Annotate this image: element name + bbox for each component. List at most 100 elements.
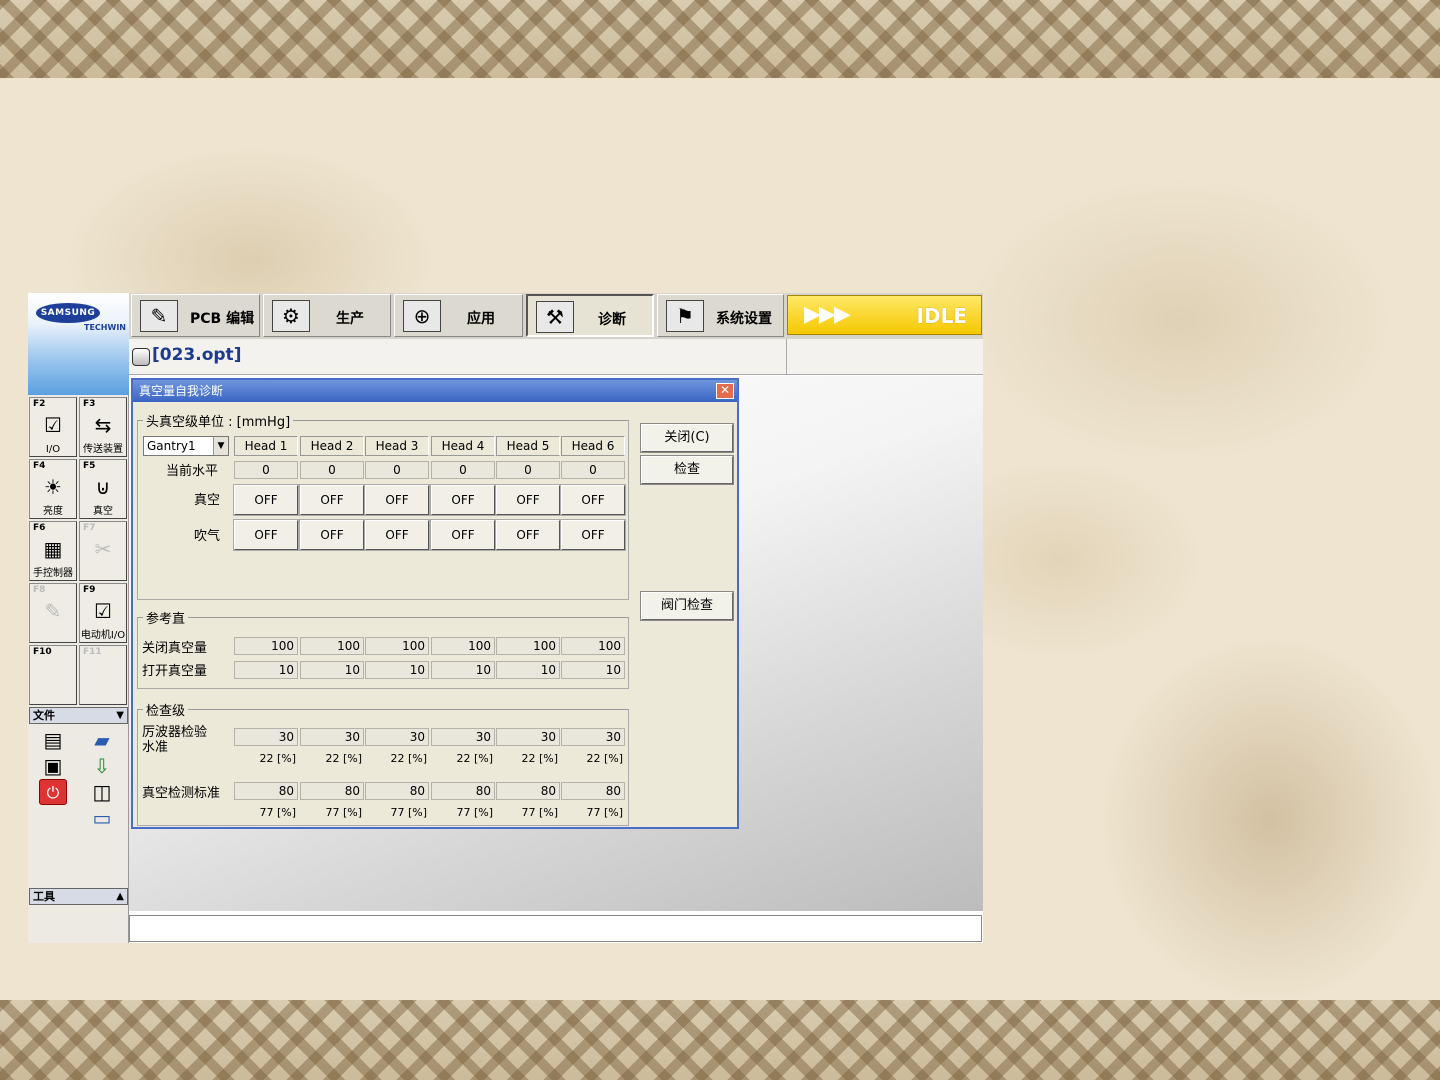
filter-value: 30 xyxy=(300,728,364,746)
filter-percent: 22 [%] xyxy=(259,752,296,765)
pcb-edit-icon: ✎ xyxy=(140,300,178,332)
blow-toggle-button[interactable]: OFF xyxy=(233,519,299,551)
filter-value: 30 xyxy=(234,728,298,746)
tools-panel-header[interactable]: 工具 ▲ xyxy=(29,888,128,905)
close-vacuum-value: 100 xyxy=(300,637,364,655)
open-vacuum-value: 10 xyxy=(365,661,429,679)
fkey-f10-button[interactable]: F10 xyxy=(29,645,77,705)
blow-toggle-button[interactable]: OFF xyxy=(560,519,626,551)
diagnostics-icon: ⚒ xyxy=(536,301,574,333)
fkey-f9-motor-io-button[interactable]: F9 ☑ 电动机I/O xyxy=(79,583,127,643)
vacuum-toggle-button[interactable]: OFF xyxy=(560,484,626,516)
head-column-header: Head 5 xyxy=(496,436,560,456)
vacuum-toggle-button[interactable]: OFF xyxy=(495,484,561,516)
current-level-label: 当前水平 xyxy=(166,464,219,479)
menu-diagnostics[interactable]: ⚒ 诊断 xyxy=(526,294,654,337)
decorative-border-top xyxy=(0,0,1440,78)
network-computer-icon[interactable]: ▭ xyxy=(88,805,116,831)
filter-check-level-label: 厉波器检验 水准 xyxy=(142,725,207,755)
vacuum-toggle-button[interactable]: OFF xyxy=(233,484,299,516)
logo-area: SAMSUNG TECHWIN xyxy=(28,293,129,395)
close-button[interactable]: 关闭(C) xyxy=(640,423,734,453)
save-disk-icon[interactable]: ▣ xyxy=(39,753,67,779)
close-icon[interactable]: ✕ xyxy=(716,383,734,399)
database-icon[interactable]: ◫ xyxy=(88,779,116,805)
filter-label-line-1: 厉波器检验 xyxy=(142,725,208,740)
nozzle-disabled-icon: ✎ xyxy=(44,599,62,623)
fkey-caption: I/O xyxy=(45,444,61,455)
vacuum-standard-value: 80 xyxy=(300,782,364,800)
vacuum-toggle-button[interactable]: OFF xyxy=(430,484,496,516)
open-vacuum-value: 10 xyxy=(496,661,560,679)
collapse-down-icon: ▼ xyxy=(116,710,124,721)
close-vacuum-value: 100 xyxy=(365,637,429,655)
open-vacuum-value: 10 xyxy=(234,661,298,679)
vacuum-standard-percent: 77 [%] xyxy=(390,806,427,819)
fkey-caption: 真空 xyxy=(93,506,113,517)
fkey-f5-vacuum-button[interactable]: F5 ⊍ 真空 xyxy=(79,459,127,519)
fkey-label: F3 xyxy=(83,399,96,409)
fkey-f8-button-disabled: F8 ✎ xyxy=(29,583,77,643)
power-exit-icon[interactable]: ⏻ xyxy=(39,779,67,805)
current-level-value: 0 xyxy=(496,461,560,479)
filter-percent: 22 [%] xyxy=(325,752,362,765)
fkey-label: F5 xyxy=(83,461,96,471)
menu-label: 生产 xyxy=(336,311,364,327)
motor-io-icon: ☑ xyxy=(94,599,112,623)
filter-value: 30 xyxy=(365,728,429,746)
new-document-icon[interactable]: ▤ xyxy=(39,727,67,753)
open-folder-icon[interactable]: ▰ xyxy=(88,727,116,753)
gantry-select[interactable]: Gantry1 ▼ xyxy=(143,436,229,456)
vacuum-toggle-button[interactable]: OFF xyxy=(364,484,430,516)
fkey-f6-hand-controller-button[interactable]: F6 ▦ 手控制器 xyxy=(29,521,77,581)
blow-toggle-button[interactable]: OFF xyxy=(495,519,561,551)
open-vacuum-label: 打开真空量 xyxy=(142,664,208,679)
file-status-icon xyxy=(132,348,150,366)
head-column-header: Head 6 xyxy=(561,436,625,456)
vacuum-standard-percent: 77 [%] xyxy=(259,806,296,819)
filter-label-line-2: 水准 xyxy=(142,740,169,755)
fkey-f3-conveyor-button[interactable]: F3 ⇆ 传送装置 xyxy=(79,397,127,457)
close-vacuum-value: 100 xyxy=(234,637,298,655)
save-download-icon[interactable]: ⇩ xyxy=(88,753,116,779)
filter-value: 30 xyxy=(431,728,495,746)
open-vacuum-value: 10 xyxy=(561,661,625,679)
current-level-value: 0 xyxy=(365,461,429,479)
conveyor-icon: ⇆ xyxy=(94,413,112,437)
fkey-label: F6 xyxy=(33,523,46,533)
group-title: 检查级 xyxy=(143,700,189,719)
valve-check-button[interactable]: 阀门检查 xyxy=(640,591,734,621)
vacuum-standard-value: 80 xyxy=(234,782,298,800)
vacuum-standard-percent: 77 [%] xyxy=(586,806,623,819)
fkey-f2-io-button[interactable]: F2 ☑ I/O xyxy=(29,397,77,457)
vacuum-standard-percent: 77 [%] xyxy=(325,806,362,819)
decorative-border-bottom xyxy=(0,1000,1440,1080)
filter-percent: 22 [%] xyxy=(390,752,427,765)
fkey-label: F7 xyxy=(83,523,96,533)
dialog-title: 真空量自我诊断 xyxy=(139,384,224,398)
fkey-caption: 传送装置 xyxy=(83,444,123,455)
close-vacuum-value: 100 xyxy=(561,637,625,655)
collapse-up-icon: ▲ xyxy=(116,891,124,902)
samsung-logo: SAMSUNG xyxy=(36,303,100,323)
menu-system-settings[interactable]: ⚑ 系统设置 xyxy=(657,294,784,337)
system-settings-icon: ⚑ xyxy=(666,300,704,332)
blow-toggle-button[interactable]: OFF xyxy=(364,519,430,551)
menu-production[interactable]: ⚙ 生产 xyxy=(263,294,391,337)
gantry-value: Gantry1 xyxy=(147,439,196,453)
open-vacuum-value: 10 xyxy=(300,661,364,679)
filter-percent: 22 [%] xyxy=(456,752,493,765)
blow-toggle-button[interactable]: OFF xyxy=(299,519,365,551)
head-column-header: Head 4 xyxy=(431,436,495,456)
menu-application[interactable]: ⊕ 应用 xyxy=(394,294,523,337)
vacuum-standard-value: 80 xyxy=(365,782,429,800)
blow-toggle-button[interactable]: OFF xyxy=(430,519,496,551)
fkey-caption: 手控制器 xyxy=(33,568,73,579)
file-panel-header[interactable]: 文件 ▼ xyxy=(29,707,128,724)
close-vacuum-value: 100 xyxy=(496,637,560,655)
vacuum-toggle-button[interactable]: OFF xyxy=(299,484,365,516)
fkey-f4-brightness-button[interactable]: F4 ☀ 亮度 xyxy=(29,459,77,519)
check-button[interactable]: 检查 xyxy=(640,455,734,485)
menu-pcb-edit[interactable]: ✎ PCB 编辑 xyxy=(131,294,260,337)
vacuum-self-diagnosis-dialog: 真空量自我诊断 ✕ 头真空级单位 : [mmHg] Gantry1 ▼ Head… xyxy=(131,378,739,829)
